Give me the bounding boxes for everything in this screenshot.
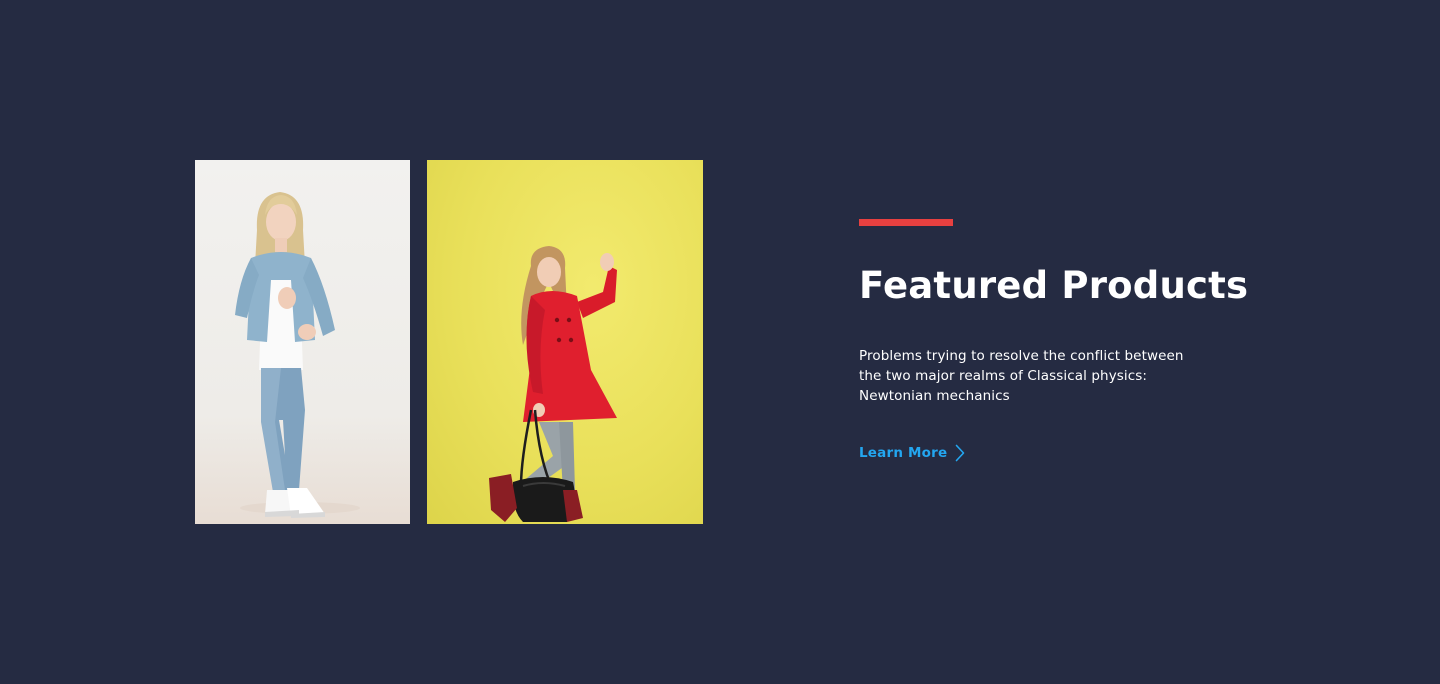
description-line: Problems trying to resolve the conflict … <box>859 348 1184 364</box>
section-title: Featured Products <box>859 264 1249 307</box>
accent-bar <box>859 219 953 226</box>
featured-products-section: Featured Products Problems trying to res… <box>0 0 1440 684</box>
girl-denim-jacket-photo <box>195 160 410 524</box>
learn-more-link[interactable]: Learn More <box>859 442 965 464</box>
description-line: Newtonian mechanics <box>859 388 1010 404</box>
girl-red-coat-photo <box>427 160 703 524</box>
learn-more-label: Learn More <box>859 445 948 461</box>
description-line: the two major realms of Classical physic… <box>859 368 1148 384</box>
chevron-right-icon <box>955 444 965 462</box>
section-description: Problems trying to resolve the conflict … <box>859 346 1219 406</box>
